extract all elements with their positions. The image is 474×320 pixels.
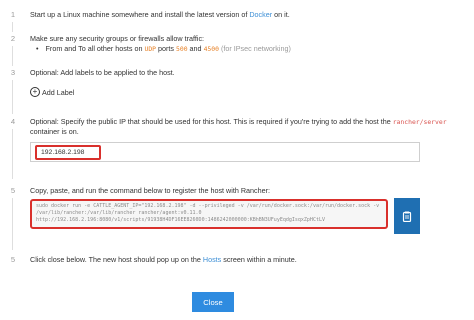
add-label-button[interactable]: + Add Label: [30, 87, 74, 97]
step-text: Click close below. The new host should p…: [30, 255, 297, 264]
step-text: Make sure any security groups or firewal…: [30, 34, 205, 43]
register-command-box[interactable]: sudo docker run -e CATTLE_AGENT_IP="192.…: [30, 199, 388, 229]
step-number: 5: [10, 255, 16, 264]
docker-link[interactable]: Docker: [249, 10, 272, 19]
hosts-link[interactable]: Hosts: [203, 255, 221, 264]
public-ip-input[interactable]: 192.168.2.198: [30, 142, 420, 162]
step-divider: [12, 22, 13, 32]
step-number: 4: [10, 117, 16, 126]
step-text: Optional: Add labels to be applied to th…: [30, 68, 175, 77]
close-button[interactable]: Close: [192, 292, 234, 312]
step-text: Start up a Linux machine somewhere and i…: [30, 10, 290, 19]
step-divider: [12, 129, 13, 179]
add-label-text: Add Label: [42, 87, 75, 97]
ip-value-highlight[interactable]: 192.168.2.198: [35, 145, 101, 160]
step-text: Optional: Specify the public IP that sho…: [30, 117, 447, 136]
step-divider: [12, 198, 13, 250]
step-number: 5: [10, 186, 16, 195]
inline-code: rancher/server: [392, 118, 447, 126]
step-divider: [12, 46, 13, 66]
step-text: Copy, paste, and run the command below t…: [30, 186, 270, 195]
step-divider: [12, 80, 13, 114]
step-number: 3: [10, 68, 16, 77]
copy-command-button[interactable]: [394, 198, 420, 234]
list-item: From and To all other hosts on UDP ports…: [36, 44, 291, 54]
firewall-rules-list: From and To all other hosts on UDP ports…: [36, 44, 291, 54]
plus-circle-icon: +: [30, 87, 40, 97]
clipboard-icon: [402, 211, 412, 222]
step-number: 1: [10, 10, 16, 19]
step-number: 2: [10, 34, 16, 43]
